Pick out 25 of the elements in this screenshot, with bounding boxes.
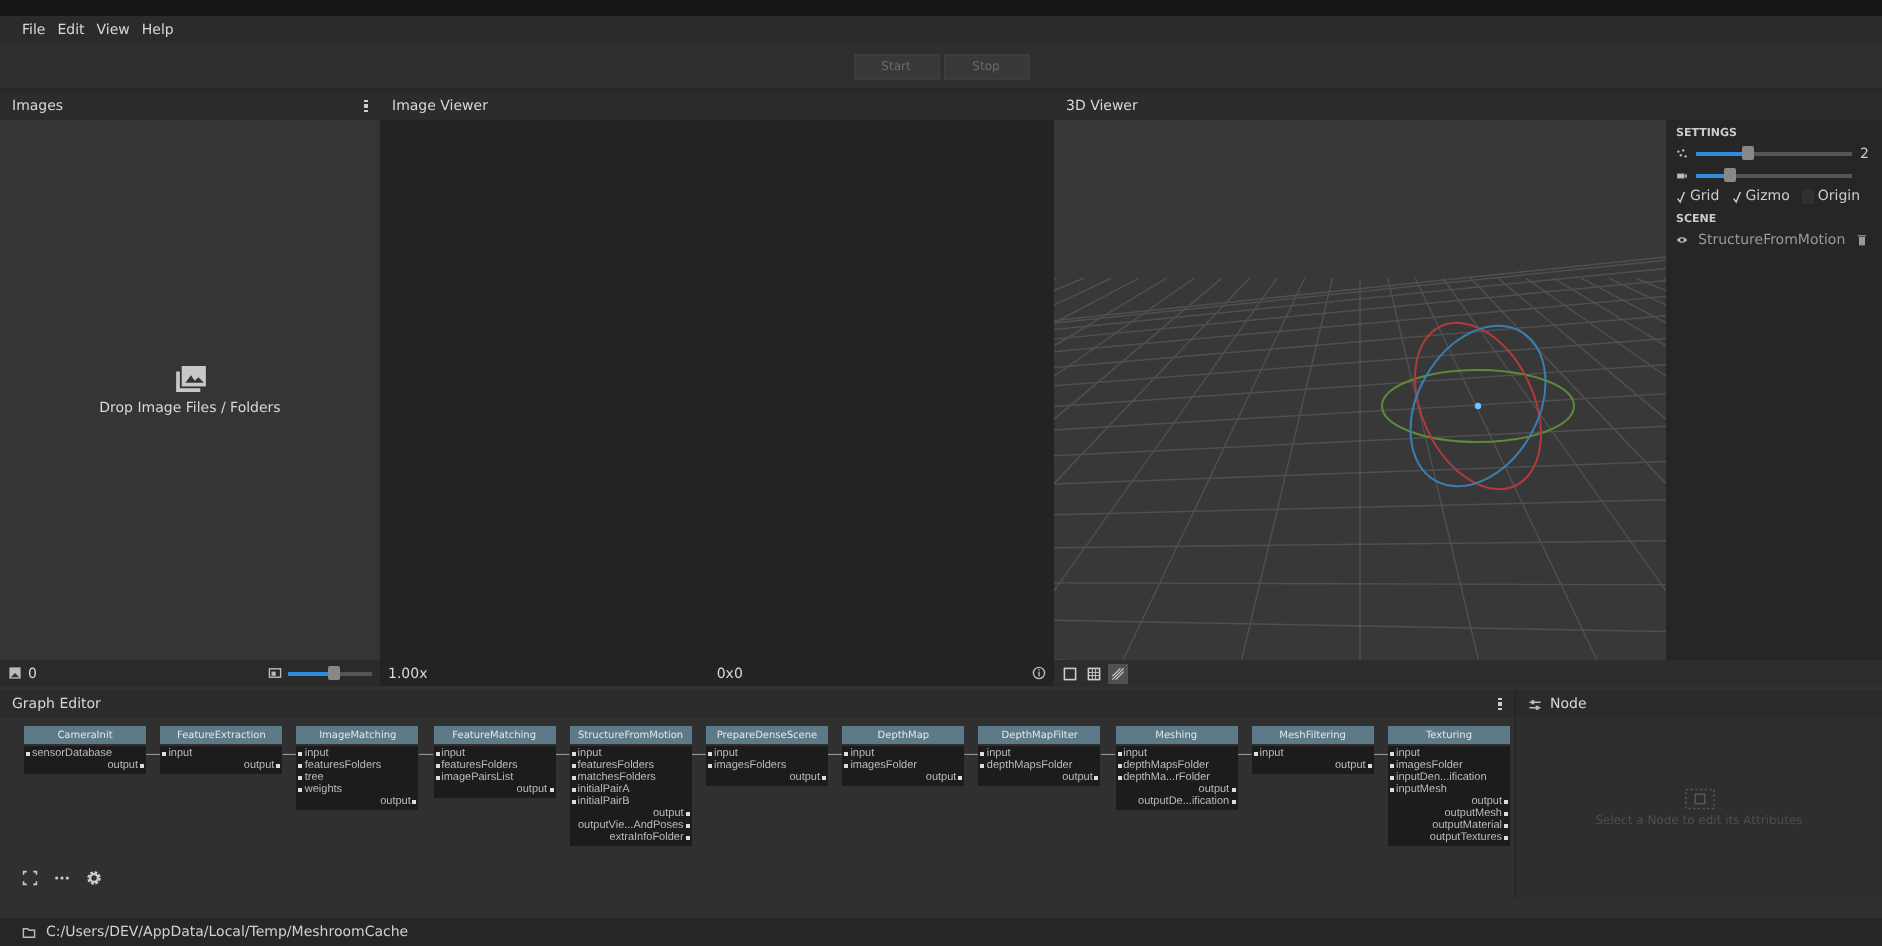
sliders-icon [1528, 697, 1542, 711]
camera-icon [1676, 169, 1688, 181]
slider-thumb[interactable] [1741, 146, 1754, 160]
node-placeholder-icon [1683, 788, 1715, 810]
view-mode-button[interactable] [1108, 663, 1128, 683]
image-icon [8, 666, 22, 680]
slider-thumb[interactable] [328, 665, 341, 679]
image-icon [175, 365, 205, 391]
more-icon[interactable] [54, 870, 70, 886]
check-icon [1676, 189, 1686, 203]
view-mode-button[interactable] [1084, 663, 1104, 683]
eye-icon[interactable] [1676, 234, 1688, 246]
slider[interactable] [1696, 147, 1852, 161]
thumbnail-icon [268, 666, 282, 680]
thumbnail-size-slider[interactable] [288, 666, 372, 680]
points-icon [1676, 148, 1688, 160]
info-icon[interactable] [1032, 666, 1047, 680]
slider-thumb[interactable] [1724, 167, 1737, 181]
check-icon [1731, 189, 1742, 203]
fit-view-icon[interactable] [22, 870, 38, 886]
settings-icon[interactable] [86, 870, 102, 886]
trash-icon[interactable] [1855, 234, 1868, 246]
slider[interactable] [1696, 168, 1852, 182]
folder-icon [22, 925, 36, 939]
view-mode-button[interactable] [1060, 663, 1080, 683]
